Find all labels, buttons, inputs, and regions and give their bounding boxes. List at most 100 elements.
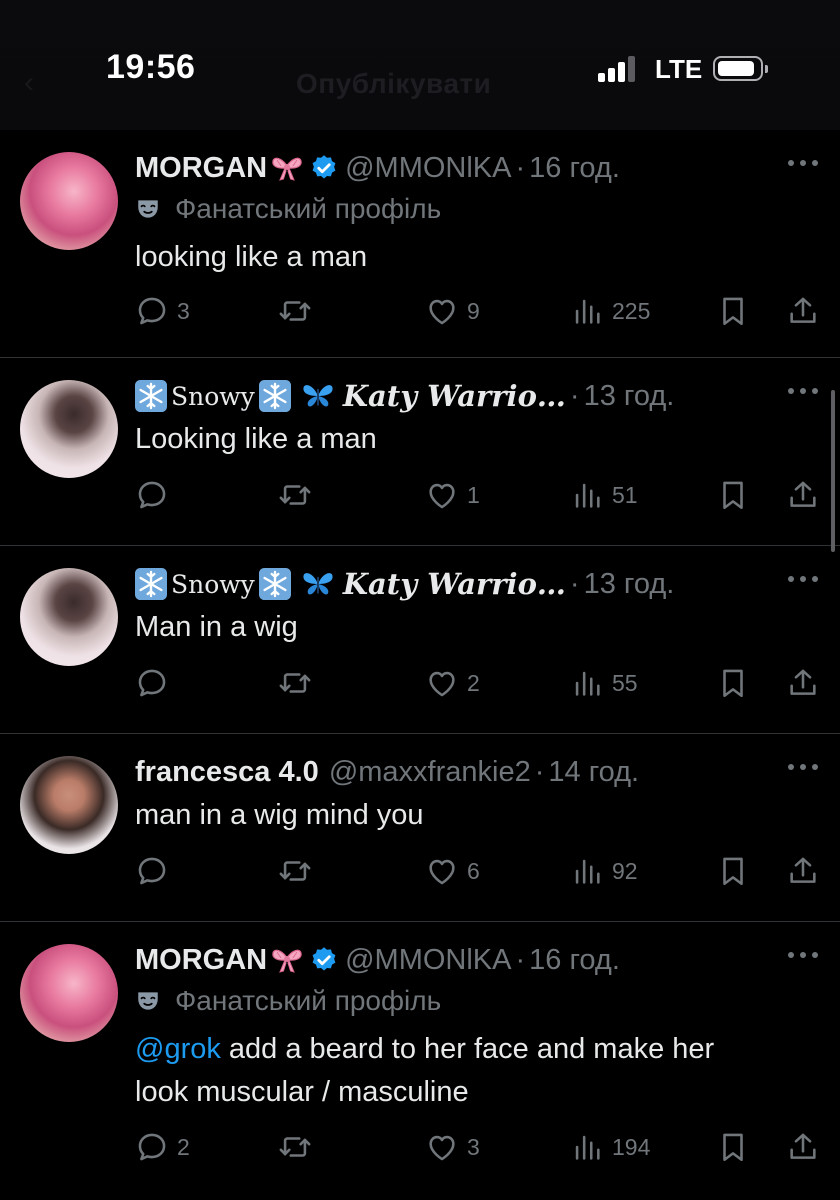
display-name[interactable]: francesca 4.0	[135, 756, 319, 789]
separator-dot: ·	[515, 943, 526, 976]
views-button[interactable]: 225	[570, 294, 650, 328]
like-button[interactable]: 9	[425, 294, 480, 328]
scrollbar[interactable]	[831, 390, 835, 552]
avatar[interactable]	[20, 568, 118, 666]
share-button[interactable]	[786, 478, 820, 512]
retweet-button[interactable]	[278, 854, 312, 888]
reply-feed: MORGAN @MMONlKA · 16 год. Фанатський про…	[0, 130, 840, 1190]
reply-button[interactable]: 3	[135, 294, 190, 328]
share-button[interactable]	[786, 854, 820, 888]
more-dots-icon[interactable]	[788, 158, 818, 168]
views-icon	[570, 294, 604, 328]
status-bar: ‹ Опублікувати 19:56 LTE	[0, 0, 840, 130]
snowflake-emoji-icon	[135, 380, 167, 412]
views-button[interactable]: 194	[570, 1130, 650, 1164]
bookmark-button[interactable]	[716, 854, 750, 888]
back-arrow-icon[interactable]: ‹	[24, 66, 34, 100]
bookmark-icon	[716, 854, 750, 888]
reply-button[interactable]	[135, 854, 177, 888]
views-icon	[570, 854, 604, 888]
timestamp[interactable]: 14 год.	[548, 756, 639, 789]
theater-mask-icon	[135, 196, 161, 222]
user-handle[interactable]: @MMONlKA	[345, 944, 511, 977]
share-button[interactable]	[786, 294, 820, 328]
user-handle[interactable]: @maxxfrankie2	[329, 756, 531, 789]
reply-button[interactable]: 2	[135, 1130, 190, 1164]
more-dots-icon[interactable]	[788, 386, 818, 396]
bookmark-button[interactable]	[716, 1130, 750, 1164]
separator-dot: ·	[515, 151, 526, 184]
more-dots-icon[interactable]	[788, 950, 818, 960]
snowflake-emoji-icon	[135, 568, 167, 600]
tweet[interactable]: Snowy Katy Warrio… · 13 год. Looking lik…	[0, 358, 840, 546]
view-count: 55	[612, 669, 638, 696]
timestamp[interactable]: 16 год.	[529, 944, 620, 977]
heart-icon	[425, 666, 459, 700]
bookmark-icon	[716, 294, 750, 328]
verified-badge-icon[interactable]	[309, 153, 339, 183]
bookmark-button[interactable]	[716, 294, 750, 328]
avatar[interactable]	[20, 756, 118, 854]
reply-icon	[135, 1130, 169, 1164]
verified-badge-icon[interactable]	[309, 945, 339, 975]
views-button[interactable]: 51	[570, 478, 638, 512]
avatar[interactable]	[20, 944, 118, 1042]
display-name-part[interactable]: Snowy	[171, 570, 255, 599]
heart-icon	[425, 1130, 459, 1164]
reply-icon	[135, 478, 169, 512]
display-name[interactable]: MORGAN	[135, 152, 267, 185]
reply-button[interactable]	[135, 666, 177, 700]
bookmark-button[interactable]	[716, 666, 750, 700]
action-bar: 1 51	[0, 478, 840, 518]
timestamp[interactable]: 16 год.	[529, 152, 620, 185]
views-icon	[570, 666, 604, 700]
like-button[interactable]: 2	[425, 666, 480, 700]
action-bar: 6 92	[0, 854, 840, 894]
fan-profile-label: Фанатський профіль	[135, 985, 441, 1017]
share-icon	[786, 1130, 820, 1164]
tweet-text: Man in a wig	[135, 611, 298, 643]
user-handle[interactable]: @MMONlKA	[345, 152, 511, 185]
retweet-button[interactable]	[278, 294, 312, 328]
tweet-header: MORGAN @MMONlKA · 16 год.	[135, 148, 620, 188]
tweet-text-line1: add a beard to her face and make her	[220, 1033, 715, 1065]
retweet-button[interactable]	[278, 1130, 312, 1164]
separator-dot: ·	[569, 567, 580, 600]
views-button[interactable]: 55	[570, 666, 638, 700]
tweet[interactable]: francesca 4.0 @maxxfrankie2 · 14 год. ma…	[0, 734, 840, 922]
cell-signal-icon	[598, 56, 642, 82]
action-bar: 2 3 194	[0, 1130, 840, 1170]
retweet-button[interactable]	[278, 666, 312, 700]
tweet[interactable]: Snowy Katy Warrio… · 13 год. Man in a wi…	[0, 546, 840, 734]
heart-icon	[425, 854, 459, 888]
reply-button[interactable]	[135, 478, 177, 512]
tweet-header: Snowy Katy Warrio… · 13 год.	[135, 564, 674, 604]
timestamp[interactable]: 13 год.	[584, 568, 675, 601]
display-name-part[interactable]: Snowy	[171, 382, 255, 411]
retweet-button[interactable]	[278, 478, 312, 512]
like-button[interactable]: 6	[425, 854, 480, 888]
like-button[interactable]: 1	[425, 478, 480, 512]
more-dots-icon[interactable]	[788, 574, 818, 584]
tweet-text: looking like a man	[135, 241, 368, 273]
snowflake-emoji-icon	[259, 568, 291, 600]
tweet[interactable]: MORGAN @MMONlKA · 16 год. Фанатський про…	[0, 922, 840, 1190]
views-button[interactable]: 92	[570, 854, 638, 888]
view-count: 92	[612, 857, 638, 884]
display-name-part[interactable]: Katy Warrio…	[343, 379, 566, 413]
avatar[interactable]	[20, 380, 118, 478]
share-button[interactable]	[786, 666, 820, 700]
like-count: 3	[467, 1133, 480, 1160]
like-button[interactable]: 3	[425, 1130, 480, 1164]
separator-dot: ·	[534, 755, 545, 788]
share-button[interactable]	[786, 1130, 820, 1164]
display-name-part[interactable]: Katy Warrio…	[343, 567, 566, 601]
timestamp[interactable]: 13 год.	[584, 380, 675, 413]
avatar[interactable]	[20, 152, 118, 250]
bookmark-button[interactable]	[716, 478, 750, 512]
mention-link[interactable]: @grok	[135, 1033, 221, 1065]
share-icon	[786, 854, 820, 888]
display-name[interactable]: MORGAN	[135, 944, 267, 977]
tweet[interactable]: MORGAN @MMONlKA · 16 год. Фанатський про…	[0, 130, 840, 358]
more-dots-icon[interactable]	[788, 762, 818, 772]
